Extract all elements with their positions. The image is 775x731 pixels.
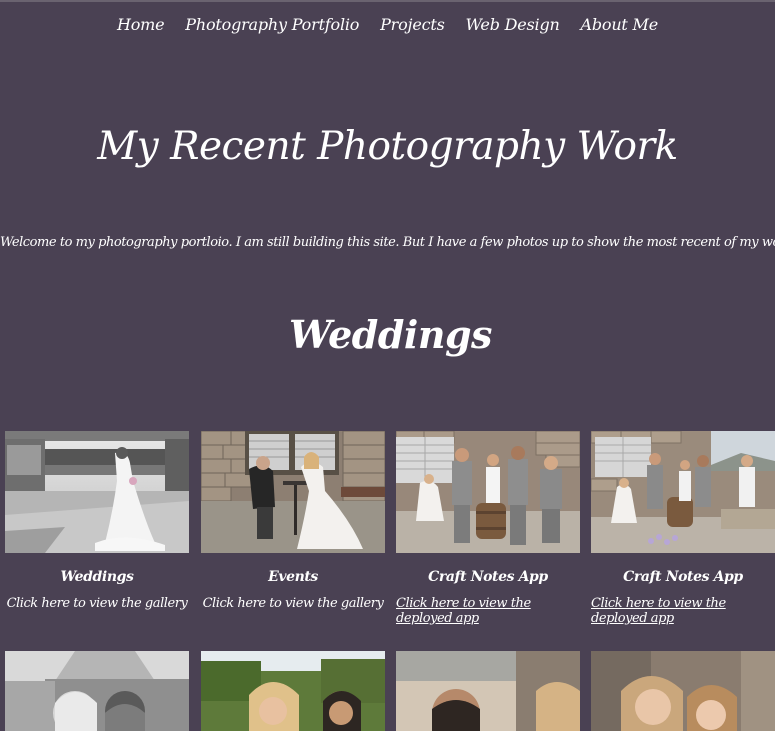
bride-bridesmaid-photo[interactable] — [591, 651, 775, 731]
card-title: Events — [268, 569, 318, 585]
top-border — [0, 0, 775, 2]
nav-projects[interactable]: Projects — [380, 15, 445, 34]
card-title: Craft Notes App — [428, 569, 548, 585]
couple-kiss-photo[interactable] — [5, 651, 189, 731]
gallery-card-events: Events Click here to view the gallery — [201, 431, 385, 611]
bride-portrait-photo[interactable] — [5, 431, 189, 553]
page-title: My Recent Photography Work — [97, 124, 678, 169]
gallery-card-weddings: Weddings Click here to view the gallery — [5, 431, 189, 611]
view-gallery-link[interactable]: Click here to view the gallery — [5, 596, 189, 611]
nav-photography-portfolio[interactable]: Photography Portfolio — [185, 15, 359, 34]
nav-web-design[interactable]: Web Design — [465, 15, 559, 34]
gallery-card-craft-notes-2: Craft Notes App Click here to view the d… — [591, 431, 775, 626]
groom-smiling-photo[interactable] — [396, 651, 580, 731]
couple-garden-photo[interactable] — [201, 651, 385, 731]
wedding-party-photo[interactable] — [591, 431, 775, 553]
card-title: Craft Notes App — [623, 569, 743, 585]
nav-about-me[interactable]: About Me — [581, 15, 659, 34]
view-deployed-app-link[interactable]: Click here to view the deployed app — [396, 596, 580, 626]
welcome-text: Welcome to my photography portloio. I am… — [0, 235, 775, 250]
view-deployed-app-link[interactable]: Click here to view the deployed app — [591, 596, 775, 626]
section-title: Weddings — [289, 312, 492, 357]
couple-seated-photo[interactable] — [201, 431, 385, 553]
gallery-card-craft-notes-1: Craft Notes App Click here to view the d… — [396, 431, 580, 626]
card-title: Weddings — [60, 569, 134, 585]
main-nav: Home Photography Portfolio Projects Web … — [0, 15, 775, 34]
groomsmen-photo[interactable] — [396, 431, 580, 553]
view-gallery-link[interactable]: Click here to view the gallery — [201, 596, 385, 611]
nav-home[interactable]: Home — [117, 15, 165, 34]
